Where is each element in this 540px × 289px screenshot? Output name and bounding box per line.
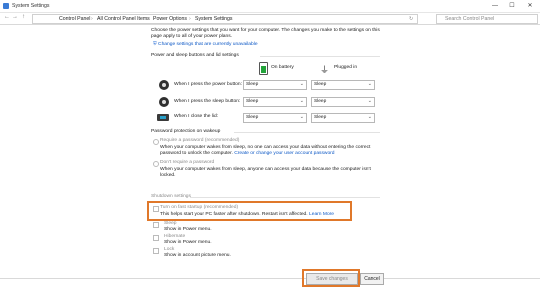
section-heading-password: Password protection on wakeup [151, 129, 221, 134]
hibernate-checkbox[interactable] [153, 235, 159, 241]
no-password-radio[interactable] [153, 161, 159, 167]
power-button-icon [159, 80, 169, 90]
chevron-down-icon: ⌄ [367, 114, 372, 120]
app-icon [3, 3, 9, 9]
power-button-plugged-select[interactable]: Sleep ⌄ [311, 80, 375, 90]
title-bar: System Settings — ☐ ✕ [0, 0, 540, 13]
sleep-button-label: When I press the sleep button: [174, 99, 241, 104]
breadcrumb[interactable]: Control Panel › All Control Panel Items … [32, 14, 418, 24]
up-icon[interactable]: ↑ [22, 14, 25, 20]
crumb-system-settings[interactable]: System Settings [195, 16, 232, 22]
plug-icon: ⏚ [320, 65, 330, 75]
close-lid-plugged-select[interactable]: Sleep ⌄ [311, 113, 375, 123]
minimize-button[interactable]: — [486, 1, 504, 11]
divider [260, 56, 380, 57]
divider [234, 132, 380, 133]
sleep-button-icon [159, 97, 169, 107]
require-password-radio[interactable] [153, 139, 159, 145]
battery-icon [259, 62, 268, 75]
save-highlight-box [302, 269, 360, 287]
main-content: Choose the power settings that you want … [0, 25, 540, 289]
select-value: Sleep [314, 82, 327, 87]
crumb-separator: › [147, 16, 149, 22]
divider [190, 197, 380, 198]
window-title: System Settings [12, 3, 50, 9]
hibernate-label[interactable]: Hibernate [164, 234, 185, 239]
require-password-desc-1: When your computer wakes from sleep, no … [160, 145, 371, 150]
section-heading-shutdown: Shutdown settings [151, 194, 191, 199]
forward-icon[interactable]: → [12, 14, 18, 20]
section-heading-power-buttons: Power and sleep buttons and lid settings [151, 53, 239, 58]
highlight-box [147, 201, 352, 221]
change-password-link[interactable]: Create or change your user account passw… [234, 151, 334, 156]
select-value: Sleep [314, 115, 327, 120]
sleep-button-plugged-select[interactable]: Sleep ⌄ [311, 97, 375, 107]
lock-checkbox[interactable] [153, 248, 159, 254]
sleep-checkbox[interactable] [153, 222, 159, 228]
sleep-label[interactable]: Sleep [164, 221, 177, 226]
address-bar: ← → ↑ Control Panel › All Control Panel … [0, 13, 540, 25]
no-password-desc-1: When your computer wakes from sleep, any… [160, 167, 371, 172]
close-button[interactable]: ✕ [521, 1, 539, 11]
crumb-power-options[interactable]: Power Options [153, 16, 187, 22]
power-button-battery-select[interactable]: Sleep ⌄ [243, 80, 307, 90]
search-input[interactable]: Search Control Panel [436, 14, 538, 24]
intro-line-2: page apply to all of your power plans. [151, 34, 233, 39]
change-settings-label: Change settings that are currently unava… [158, 42, 258, 47]
refresh-icon[interactable]: ↻ [409, 16, 413, 22]
col-plugged-in: Plugged in [334, 65, 358, 70]
close-lid-label: When I close the lid: [174, 114, 219, 119]
chevron-down-icon: ⌄ [299, 114, 304, 120]
no-password-label[interactable]: Don't require a password [160, 160, 214, 165]
intro-line-1: Choose the power settings that you want … [151, 28, 380, 33]
select-value: Sleep [246, 99, 259, 104]
require-password-label[interactable]: Require a password (recommended) [160, 138, 239, 143]
power-button-label: When I press the power button: [174, 82, 242, 87]
require-password-desc-2: password to unlock the computer. Create … [160, 151, 335, 156]
shield-icon: ⛨ [153, 42, 157, 47]
maximize-button[interactable]: ☐ [503, 1, 521, 11]
crumb-separator: › [189, 16, 191, 22]
chevron-down-icon: ⌄ [299, 81, 304, 87]
require-password-desc-text: password to unlock the computer. [160, 151, 233, 156]
select-value: Sleep [246, 115, 259, 120]
lock-desc: Show in account picture menu. [164, 253, 231, 258]
chevron-down-icon: ⌄ [367, 81, 372, 87]
search-placeholder: Search Control Panel [445, 16, 495, 22]
crumb-all-items[interactable]: All Control Panel Items [97, 16, 150, 22]
sleep-desc: Show in Power menu. [164, 227, 212, 232]
select-value: Sleep [246, 82, 259, 87]
select-value: Sleep [314, 99, 327, 104]
cancel-button[interactable]: Cancel [360, 273, 384, 285]
change-settings-link[interactable]: ⛨ Change settings that are currently una… [153, 41, 258, 47]
no-password-desc-2: locked. [160, 173, 176, 178]
lock-label[interactable]: Lock [164, 247, 174, 252]
back-icon[interactable]: ← [4, 14, 10, 20]
laptop-lid-icon [157, 114, 169, 121]
chevron-down-icon: ⌄ [299, 98, 304, 104]
col-on-battery: On battery [271, 65, 294, 70]
sleep-button-battery-select[interactable]: Sleep ⌄ [243, 97, 307, 107]
hibernate-desc: Show in Power menu. [164, 240, 212, 245]
close-lid-battery-select[interactable]: Sleep ⌄ [243, 113, 307, 123]
chevron-down-icon: ⌄ [367, 98, 372, 104]
crumb-control-panel[interactable]: Control Panel [59, 16, 90, 22]
crumb-separator: › [91, 16, 93, 22]
footer-divider [0, 278, 540, 279]
